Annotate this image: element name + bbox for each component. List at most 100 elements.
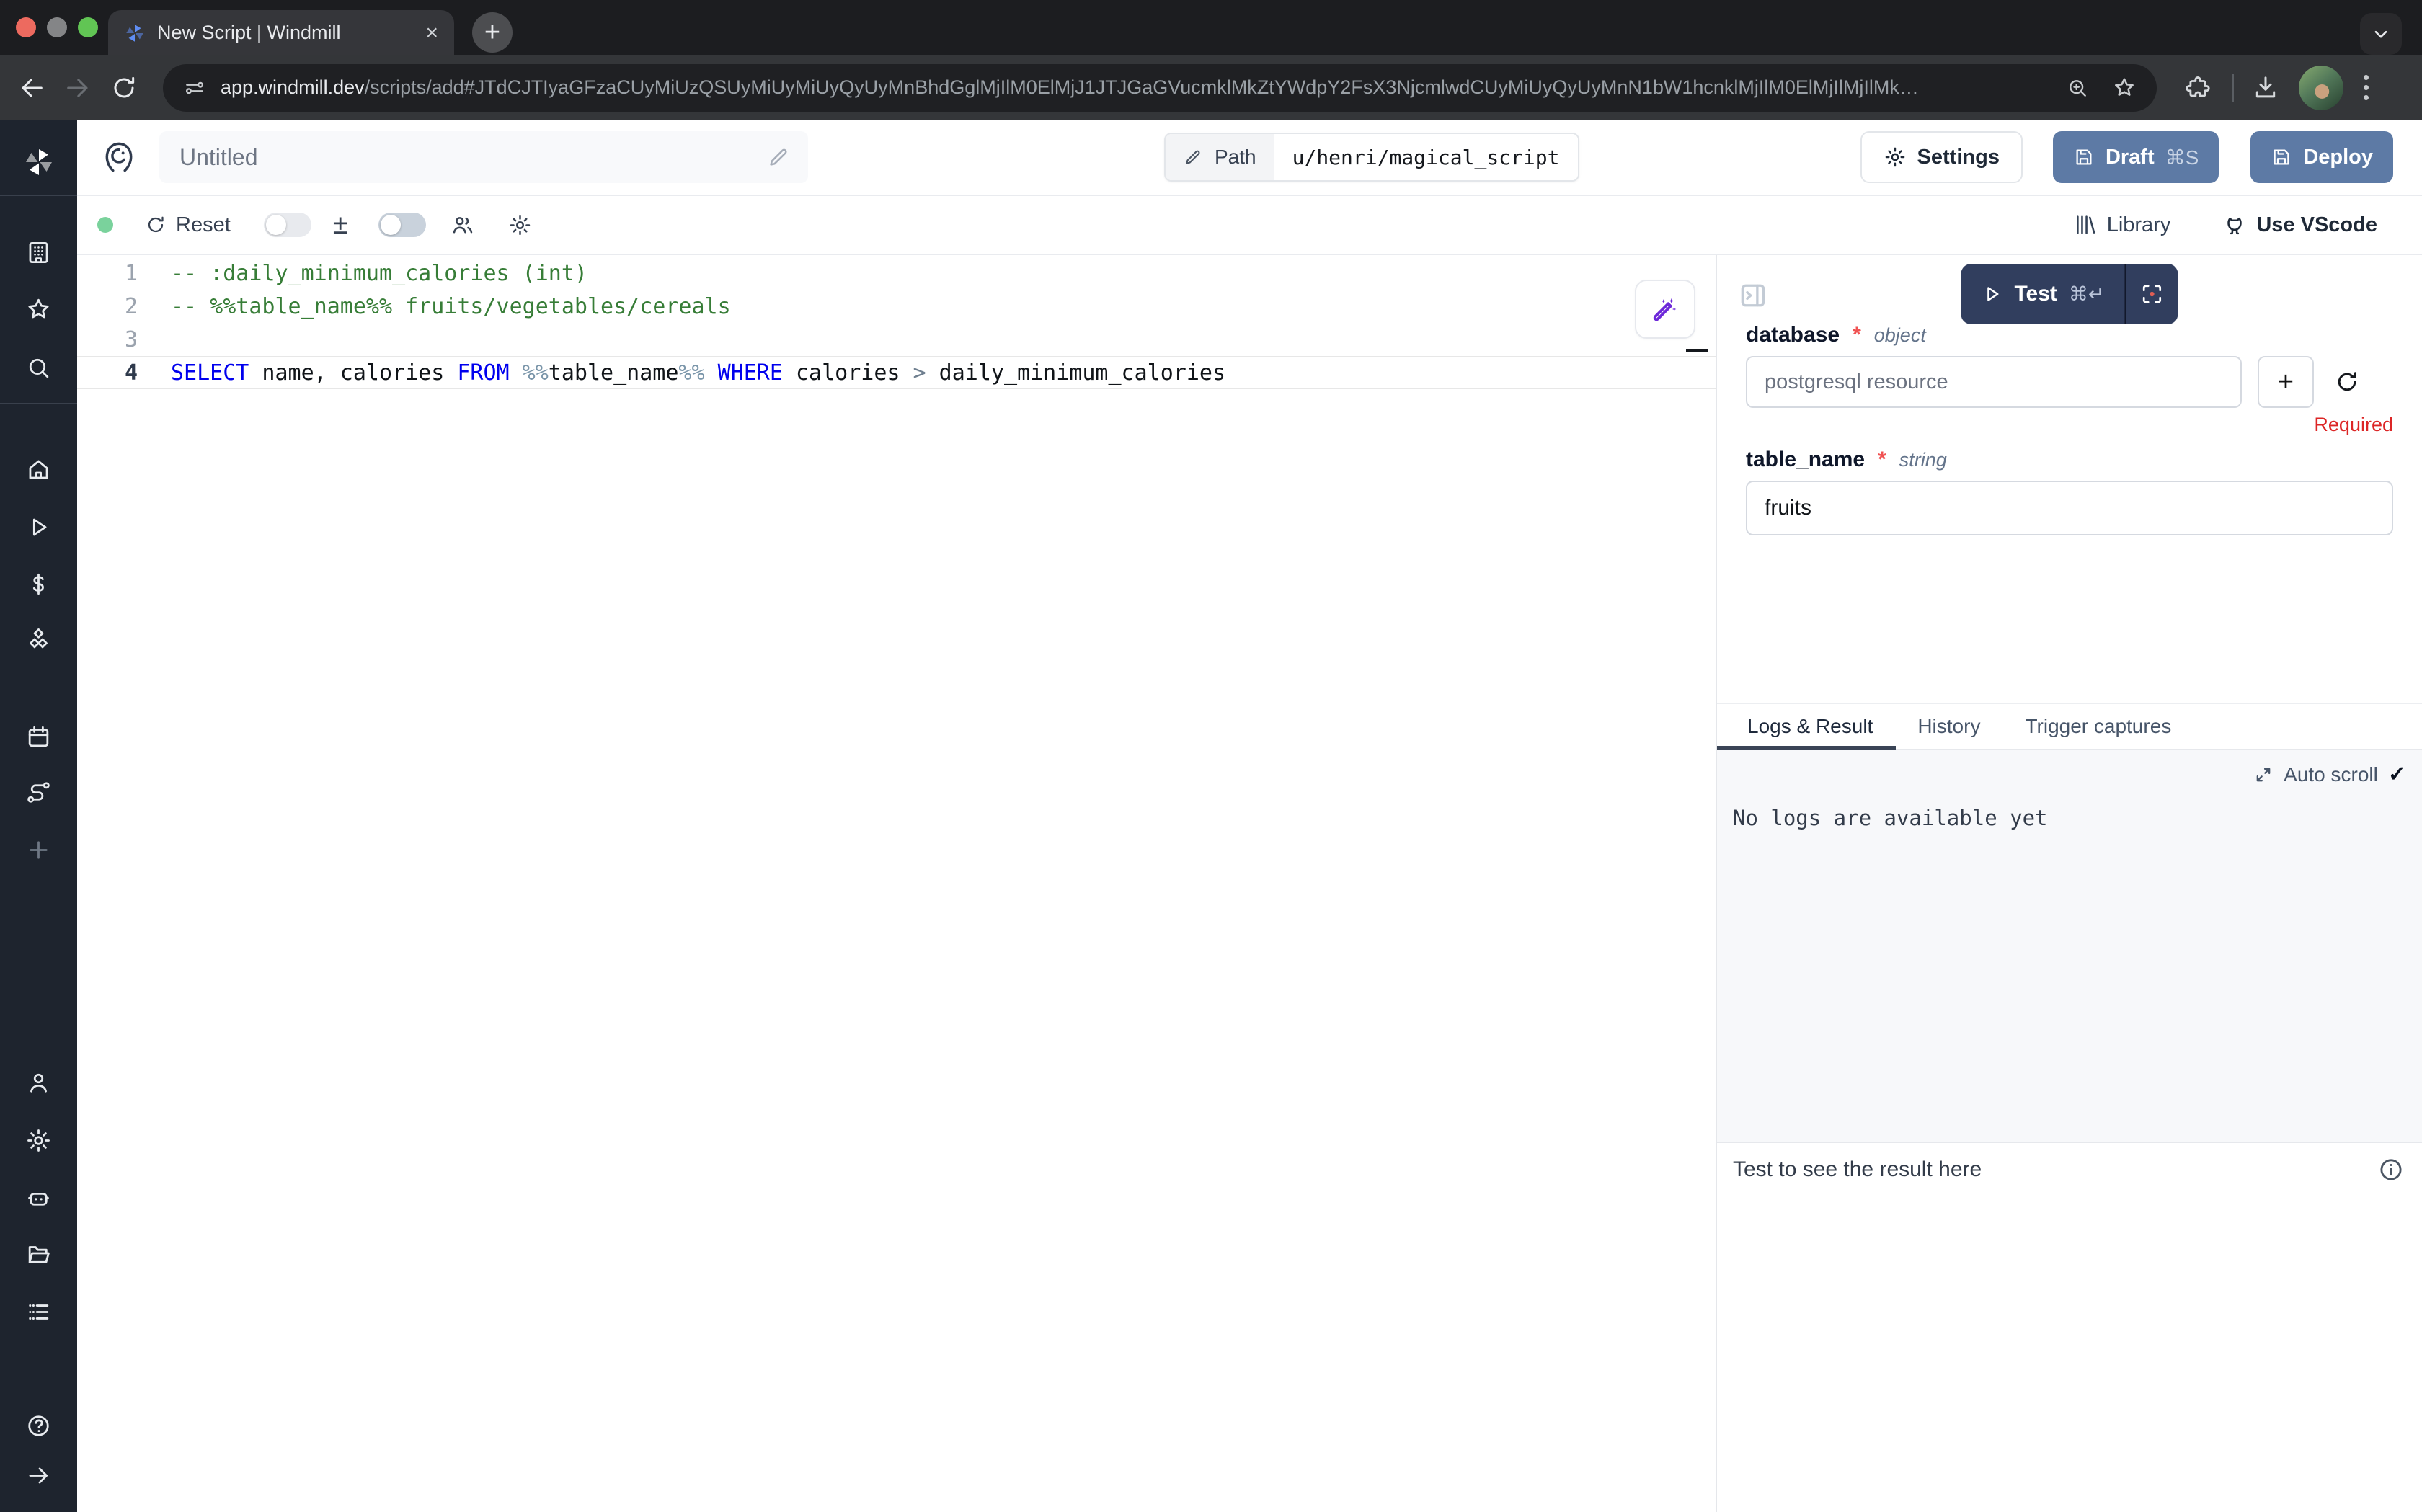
forward-button-icon[interactable] — [63, 74, 92, 102]
code-line-4[interactable]: 4SELECT name, calories FROM %%table_name… — [77, 356, 1716, 389]
use-vscode-button[interactable]: Use VScode — [2222, 213, 2377, 237]
library-button[interactable]: Library — [2073, 213, 2171, 237]
folder-open-icon — [25, 1241, 52, 1268]
refresh-resource-icon[interactable] — [2334, 369, 2360, 395]
database-resource-input[interactable] — [1746, 356, 2242, 408]
save-icon — [2073, 146, 2095, 168]
chevron-down-icon — [2369, 22, 2393, 46]
window-controls — [16, 17, 98, 37]
route-icon — [25, 779, 52, 806]
tab-title: New Script | Windmill — [157, 22, 418, 44]
test-label: Test — [2014, 282, 2057, 306]
sidebar-divider — [0, 195, 77, 196]
site-settings-icon[interactable] — [183, 76, 206, 99]
deploy-button[interactable]: Deploy — [2250, 131, 2393, 183]
reset-button[interactable]: Reset — [145, 213, 231, 237]
add-resource-button[interactable]: + — [2258, 356, 2314, 408]
arrow-right-icon — [25, 1462, 52, 1489]
code-line-2[interactable]: 2-- %%table_name%% fruits/vegetables/cer… — [77, 290, 1716, 323]
field-type: string — [1899, 449, 1947, 471]
play-icon — [25, 514, 52, 541]
reset-label: Reset — [176, 213, 231, 237]
sidebar-item-resources[interactable] — [0, 628, 77, 654]
browser-tab[interactable]: New Script | Windmill × — [108, 10, 454, 55]
sidebar-item-variables[interactable] — [0, 571, 77, 597]
windmill-logo-icon[interactable] — [0, 146, 77, 179]
table-name-field-label: table_name* string — [1746, 448, 2393, 472]
diff-toggle[interactable] — [264, 213, 311, 237]
code-line-1[interactable]: 1-- :daily_minimum_calories (int) — [77, 257, 1716, 290]
sidebar-item-help[interactable] — [0, 1413, 77, 1439]
toolbar-divider — [2232, 74, 2234, 102]
auto-scroll-control[interactable]: Auto scroll ✓ — [1717, 750, 2422, 787]
browser-menu-icon[interactable] — [2364, 75, 2369, 100]
new-tab-button[interactable]: + — [472, 12, 513, 53]
tab-trigger-captures[interactable]: Trigger captures — [2025, 715, 2171, 738]
code-line-3[interactable]: 3 — [77, 323, 1716, 356]
sidebar-item-schedules[interactable] — [0, 724, 77, 750]
code-editor[interactable]: 1-- :daily_minimum_calories (int)2-- %%t… — [77, 255, 1716, 1512]
sidebar-item-settings[interactable] — [0, 1127, 77, 1154]
line-number: 3 — [77, 327, 171, 352]
tab-close-icon[interactable]: × — [425, 21, 438, 45]
sidebar-item-users[interactable] — [0, 1069, 77, 1096]
profile-avatar[interactable] — [2299, 66, 2343, 110]
extensions-puzzle-icon[interactable] — [2184, 74, 2212, 102]
capture-test-button[interactable] — [2126, 264, 2178, 324]
draft-button[interactable]: Draft ⌘S — [2053, 131, 2219, 183]
window-zoom-button[interactable] — [78, 17, 98, 37]
sidebar-item-triggers[interactable] — [0, 779, 77, 806]
downloads-icon[interactable] — [2251, 74, 2280, 102]
sidebar-item-search[interactable] — [0, 355, 77, 381]
collab-toggle[interactable] — [378, 213, 426, 237]
info-icon[interactable] — [2377, 1156, 2405, 1183]
script-summary-value: Untitled — [179, 144, 766, 171]
zoom-in-icon[interactable] — [2066, 76, 2089, 99]
result-panel: Test to see the result here — [1717, 1142, 2422, 1512]
sidebar-item-add[interactable] — [0, 837, 77, 863]
bookmark-star-icon[interactable] — [2112, 76, 2137, 100]
tab-history[interactable]: History — [1917, 715, 1980, 738]
back-button-icon[interactable] — [17, 74, 46, 102]
table-name-input[interactable] — [1746, 481, 2393, 535]
reload-button-icon[interactable] — [110, 74, 138, 102]
tab-logs-result[interactable]: Logs & Result — [1747, 715, 1873, 738]
ai-assistant-button[interactable] — [1635, 280, 1695, 339]
search-icon — [25, 355, 52, 381]
url-text: app.windmill.dev/scripts/add#JTdCJTIyaGF… — [221, 76, 2044, 99]
code-text: -- :daily_minimum_calories (int) — [171, 261, 587, 286]
sidebar-expand-button[interactable] — [0, 1462, 77, 1489]
tab-search-button[interactable] — [2360, 13, 2402, 55]
main-content: Untitled Path u/henri/magical_script Set… — [77, 120, 2422, 1512]
line-number: 2 — [77, 294, 171, 319]
required-asterisk: * — [1878, 448, 1886, 472]
required-asterisk: * — [1853, 323, 1861, 347]
window-close-button[interactable] — [16, 17, 36, 37]
editor-settings-icon[interactable] — [508, 213, 532, 237]
window-minimize-button[interactable] — [47, 17, 67, 37]
script-path-field[interactable]: Path u/henri/magical_script — [1164, 133, 1579, 182]
status-dot — [97, 217, 113, 233]
library-icon — [2073, 213, 2098, 237]
robot-icon — [25, 1184, 52, 1211]
sidebar-item-folders[interactable] — [0, 1241, 77, 1268]
diff-icon: ± — [333, 210, 348, 241]
field-name: database — [1746, 323, 1840, 347]
sidebar-item-workspace[interactable] — [0, 239, 77, 266]
field-type: object — [1874, 324, 1926, 347]
sidebar-item-audit-logs[interactable] — [0, 1299, 77, 1325]
panel-collapse-icon[interactable] — [1737, 280, 1769, 311]
library-label: Library — [2107, 213, 2171, 237]
settings-button[interactable]: Settings — [1860, 131, 2023, 183]
browser-toolbar: app.windmill.dev/scripts/add#JTdCJTIyaGF… — [0, 55, 2422, 120]
gear-icon — [25, 1127, 52, 1154]
script-summary-input[interactable]: Untitled — [159, 131, 808, 183]
address-bar[interactable]: app.windmill.dev/scripts/add#JTdCJTIyaGF… — [163, 64, 2157, 112]
test-button[interactable]: Test ⌘↵ — [1961, 264, 2124, 324]
sidebar-item-runs[interactable] — [0, 514, 77, 541]
sidebar-item-favorites[interactable] — [0, 296, 77, 323]
help-icon — [25, 1413, 52, 1439]
sidebar-item-home[interactable] — [0, 456, 77, 483]
sidebar-item-workers[interactable] — [0, 1184, 77, 1211]
vscode-icon — [2222, 213, 2247, 237]
